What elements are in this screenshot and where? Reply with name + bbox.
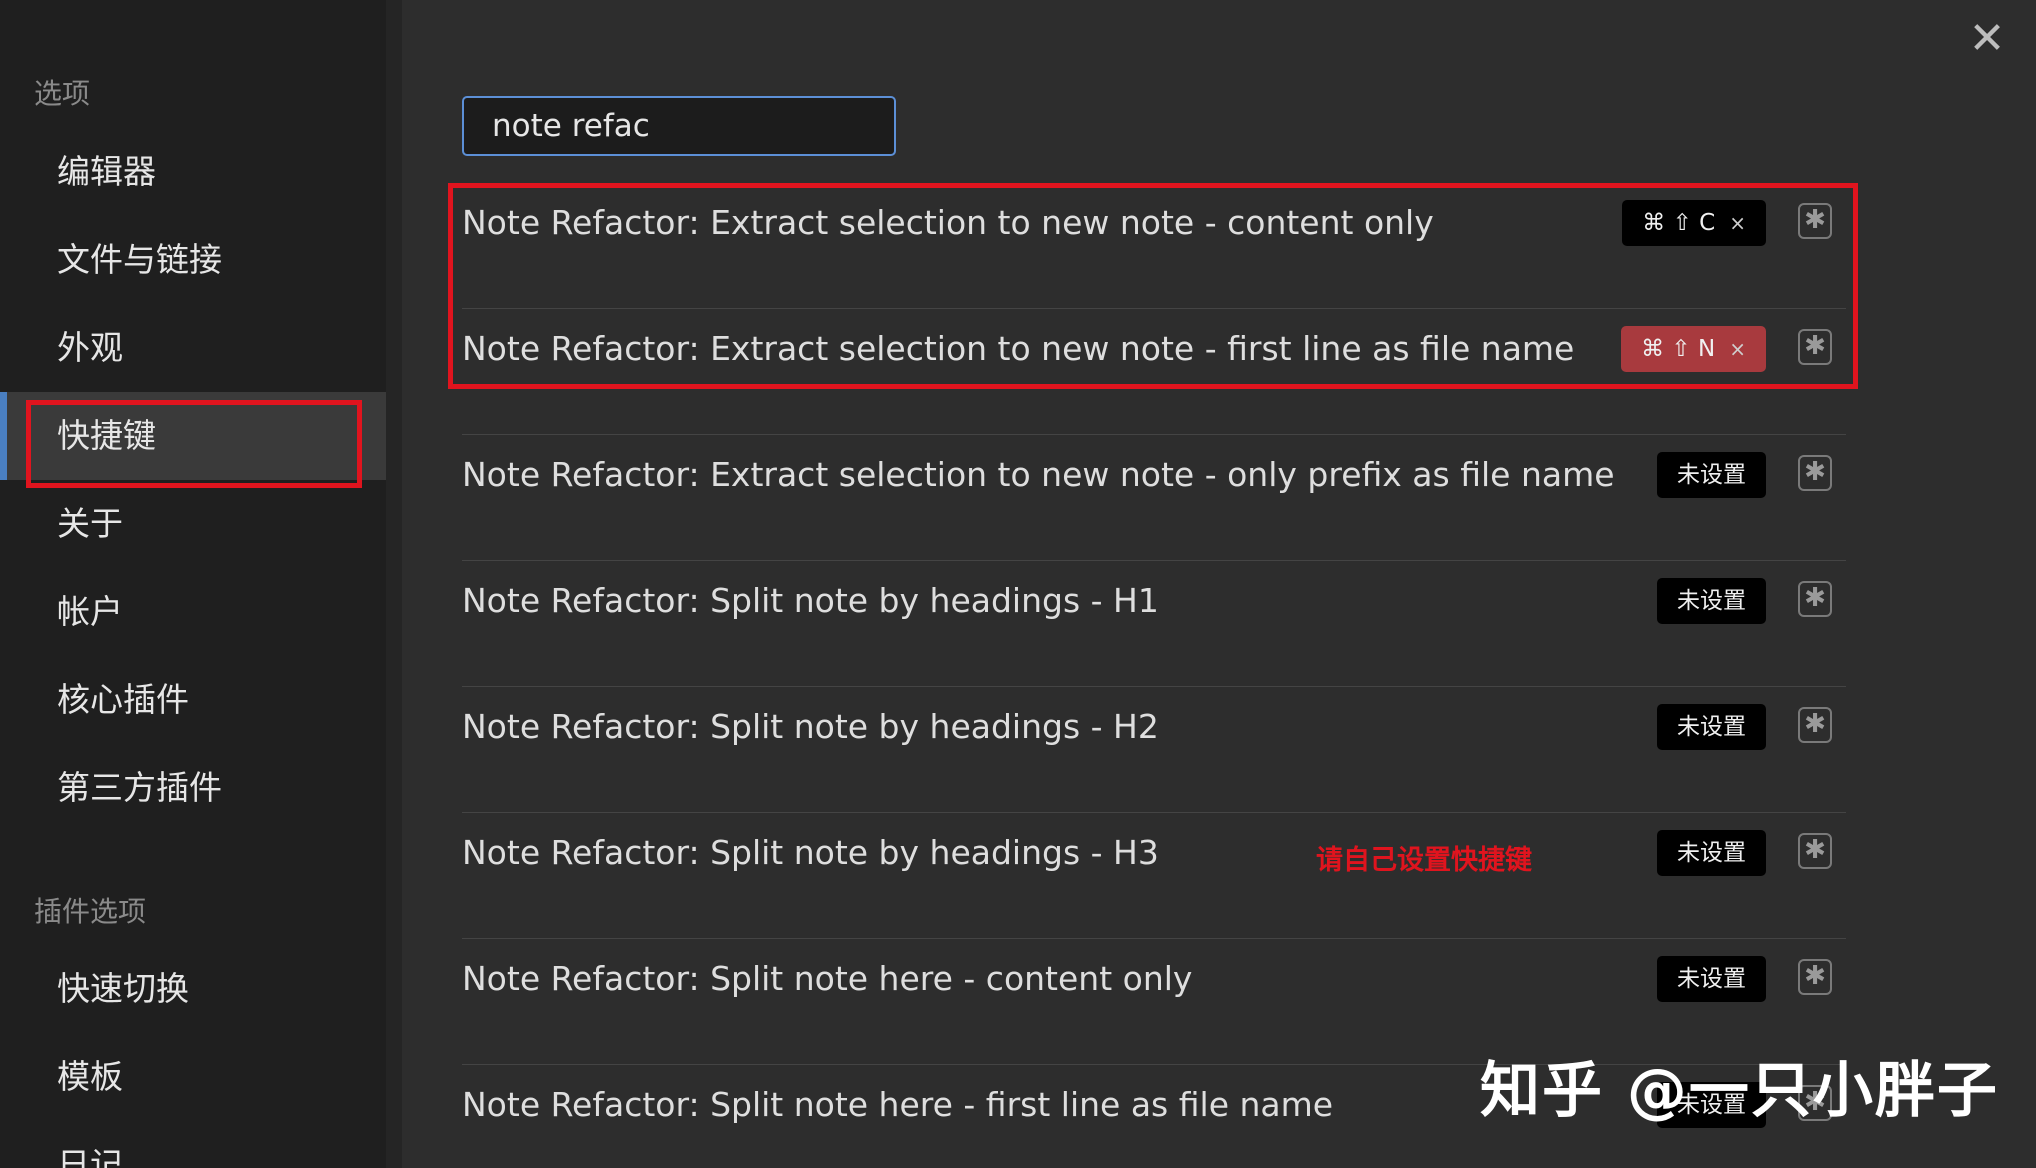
sidebar-item-core-plugins[interactable]: 核心插件 bbox=[0, 656, 386, 744]
annotation-note: 请自己设置快捷键 bbox=[1316, 845, 1532, 876]
hotkey-row: Note Refactor: Split note by headings - … bbox=[462, 687, 1846, 813]
hotkey-keys: ⌘ ⇧ C bbox=[1642, 210, 1716, 236]
hotkey-chip-conflict[interactable]: ⌘ ⇧ N × bbox=[1621, 326, 1766, 372]
hotkey-command-name: Note Refactor: Split note here - content… bbox=[462, 959, 1193, 998]
hotkey-command-name: Note Refactor: Extract selection to new … bbox=[462, 455, 1615, 494]
sidebar-item-templates[interactable]: 模板 bbox=[0, 1033, 386, 1121]
add-hotkey-icon[interactable]: ✱ bbox=[1798, 833, 1832, 869]
sidebar-item-about[interactable]: 关于 bbox=[0, 480, 386, 568]
hotkey-unset-chip[interactable]: 未设置 bbox=[1657, 578, 1766, 624]
sidebar-item-account[interactable]: 帐户 bbox=[0, 568, 386, 656]
sidebar-divider bbox=[386, 0, 402, 1168]
add-hotkey-icon[interactable]: ✱ bbox=[1798, 455, 1832, 491]
remove-hotkey-icon[interactable]: × bbox=[1729, 211, 1746, 235]
plugin-options-section-label: 插件选项 bbox=[34, 895, 147, 928]
hotkey-command-name: Note Refactor: Split note by headings - … bbox=[462, 707, 1159, 746]
hotkey-command-name: Note Refactor: Extract selection to new … bbox=[462, 329, 1575, 368]
sidebar-item-appearance[interactable]: 外观 bbox=[0, 304, 386, 392]
sidebar-item-daily-notes[interactable]: 日记 bbox=[0, 1121, 386, 1168]
options-section-label: 选项 bbox=[34, 77, 91, 110]
hotkey-row: Note Refactor: Split note by headings - … bbox=[462, 813, 1846, 939]
hotkey-row: Note Refactor: Extract selection to new … bbox=[462, 309, 1846, 435]
hotkey-unset-chip[interactable]: 未设置 bbox=[1657, 452, 1766, 498]
hotkey-unset-chip[interactable]: 未设置 bbox=[1657, 830, 1766, 876]
hotkey-row: Note Refactor: Extract selection to new … bbox=[462, 435, 1846, 561]
hotkey-list: Note Refactor: Extract selection to new … bbox=[462, 183, 1846, 1168]
sidebar-item-editor[interactable]: 编辑器 bbox=[0, 128, 386, 216]
add-hotkey-icon[interactable]: ✱ bbox=[1798, 203, 1832, 239]
sidebar-item-hotkeys[interactable]: 快捷键 bbox=[0, 392, 386, 480]
hotkey-row: Note Refactor: Extract selection to new … bbox=[462, 183, 1846, 309]
add-hotkey-icon[interactable]: ✱ bbox=[1798, 329, 1832, 365]
add-hotkey-icon[interactable]: ✱ bbox=[1798, 707, 1832, 743]
hotkey-command-name: Note Refactor: Split note by headings - … bbox=[462, 581, 1159, 620]
sidebar-item-quick-switcher[interactable]: 快速切换 bbox=[0, 945, 386, 1033]
sidebar-item-files-links[interactable]: 文件与链接 bbox=[0, 216, 386, 304]
close-icon[interactable]: ✕ bbox=[1962, 14, 2012, 64]
watermark: 知乎 @一只小胖子 bbox=[1480, 1056, 1999, 1126]
hotkey-unset-chip[interactable]: 未设置 bbox=[1657, 704, 1766, 750]
hotkey-unset-chip[interactable]: 未设置 bbox=[1657, 956, 1766, 1002]
hotkey-command-name: Note Refactor: Split note by headings - … bbox=[462, 833, 1159, 872]
hotkey-command-name: Note Refactor: Extract selection to new … bbox=[462, 203, 1434, 242]
add-hotkey-icon[interactable]: ✱ bbox=[1798, 581, 1832, 617]
add-hotkey-icon[interactable]: ✱ bbox=[1798, 959, 1832, 995]
remove-hotkey-icon[interactable]: × bbox=[1729, 337, 1746, 361]
hotkey-chip[interactable]: ⌘ ⇧ C × bbox=[1622, 200, 1766, 246]
hotkey-search-input[interactable] bbox=[462, 96, 896, 156]
hotkey-keys: ⌘ ⇧ N bbox=[1641, 336, 1716, 362]
hotkey-row: Note Refactor: Split note by headings - … bbox=[462, 561, 1846, 687]
settings-window: 选项 编辑器 文件与链接 外观 快捷键 关于 帐户 核心插件 第三方插件 插件选… bbox=[0, 0, 2036, 1168]
sidebar-item-community-plugins[interactable]: 第三方插件 bbox=[0, 744, 386, 832]
hotkey-command-name: Note Refactor: Split note here - first l… bbox=[462, 1085, 1334, 1124]
settings-sidebar: 选项 编辑器 文件与链接 外观 快捷键 关于 帐户 核心插件 第三方插件 插件选… bbox=[0, 0, 386, 1168]
